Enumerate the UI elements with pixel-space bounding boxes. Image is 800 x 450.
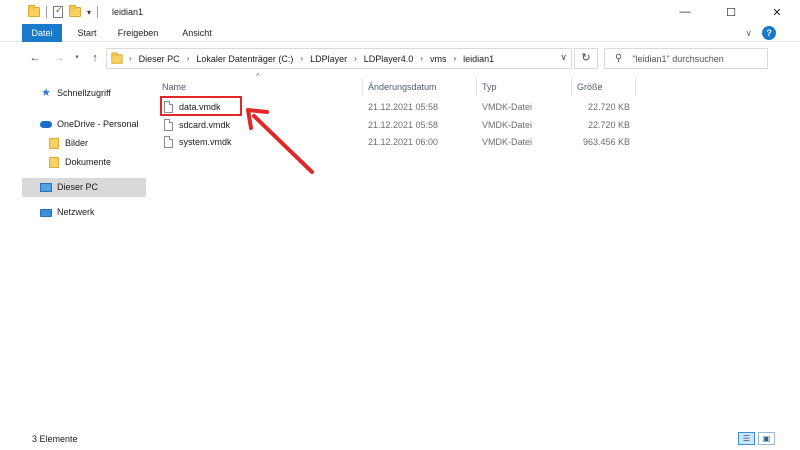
breadcrumb-vms[interactable]: vms: [430, 54, 447, 64]
nav-item-schnellzugriff[interactable]: ★ Schnellzugriff: [22, 84, 146, 103]
cloud-icon: [40, 119, 52, 130]
column-header-date[interactable]: Änderungsdatum: [368, 82, 437, 96]
breadcrumb-ldplayer4[interactable]: LDPlayer4.0: [364, 54, 414, 64]
file-type: VMDK-Datei: [482, 137, 533, 147]
folder-icon: [111, 51, 123, 64]
maximize-button[interactable]: ☐: [708, 0, 754, 24]
new-folder-icon[interactable]: [69, 5, 81, 17]
quick-access-toolbar: ▾: [0, 0, 104, 24]
customize-toolbar-icon[interactable]: ▾: [87, 8, 91, 17]
annotation-highlight-box: [160, 96, 242, 116]
breadcrumb-drive-c[interactable]: Lokaler Datenträger (C:): [196, 54, 293, 64]
column-divider[interactable]: [635, 78, 636, 96]
column-header-size[interactable]: Größe: [577, 82, 603, 96]
folder-icon: [48, 138, 60, 149]
forward-arrow-icon[interactable]: →: [52, 50, 66, 66]
folder-icon[interactable]: [28, 5, 40, 17]
recent-locations-icon[interactable]: ▾: [70, 50, 84, 66]
tab-start[interactable]: Start: [68, 24, 106, 42]
nav-item-label: Dieser PC: [57, 182, 99, 192]
tab-freigeben[interactable]: Freigeben: [112, 24, 164, 42]
file-icon: [164, 119, 173, 131]
nav-item-label: OneDrive - Personal: [57, 119, 139, 129]
file-icon: [164, 136, 173, 148]
nav-item-onedrive[interactable]: OneDrive - Personal: [22, 115, 146, 134]
nav-item-label: Netzwerk: [57, 207, 95, 217]
ribbon: Datei Start Freigeben Ansicht ∨ ?: [0, 24, 800, 42]
nav-item-label: Bilder: [65, 138, 89, 148]
toolbar-divider: [46, 6, 47, 18]
chevron-right-icon[interactable]: ›: [129, 54, 132, 63]
chevron-right-icon[interactable]: ›: [354, 54, 357, 63]
column-header-name[interactable]: Name: [162, 82, 186, 96]
large-icons-view-icon[interactable]: ▣: [758, 432, 775, 445]
nav-item-label: Dokumente: [65, 157, 112, 167]
tab-ansicht[interactable]: Ansicht: [176, 24, 218, 42]
breadcrumb-dieser-pc[interactable]: Dieser PC: [139, 54, 180, 64]
folder-icon: [48, 157, 60, 168]
up-arrow-icon[interactable]: ↑: [88, 50, 102, 66]
column-header-type[interactable]: Typ: [482, 82, 497, 96]
view-switcher: ☰ ▣: [738, 432, 775, 445]
toolbar-divider: [97, 6, 99, 18]
status-item-count: 3 Elemente: [32, 434, 78, 444]
column-divider[interactable]: [571, 78, 572, 96]
sort-ascending-icon: ^: [256, 72, 260, 81]
search-icon: ⚲: [615, 53, 623, 64]
file-type: VMDK-Datei: [482, 102, 533, 112]
file-name: sdcard.vmdk: [179, 120, 231, 130]
star-icon: ★: [41, 87, 51, 99]
chevron-down-icon[interactable]: ∨: [560, 52, 567, 63]
column-divider[interactable]: [362, 78, 363, 96]
details-view-icon[interactable]: ☰: [738, 432, 755, 445]
address-bar[interactable]: › Dieser PC › Lokaler Datenträger (C:) ›…: [106, 48, 572, 69]
nav-item-dokumente[interactable]: Dokumente: [22, 153, 146, 172]
file-date: 21.12.2021 05:58: [368, 102, 439, 112]
title-bar: ▾ leidian1 — ☐ ✕: [0, 0, 800, 24]
nav-item-netzwerk[interactable]: Netzwerk: [22, 203, 146, 222]
file-name: system.vmdk: [179, 137, 232, 147]
expand-ribbon-icon[interactable]: ∨: [745, 28, 752, 39]
file-date: 21.12.2021 06:00: [368, 137, 439, 147]
computer-icon: [40, 182, 52, 193]
chevron-right-icon[interactable]: ›: [453, 54, 456, 63]
file-row-sdcard-vmdk[interactable]: sdcard.vmdk 21.12.2021 05:58 VMDK-Datei …: [156, 117, 646, 133]
file-row-system-vmdk[interactable]: system.vmdk 21.12.2021 06:00 VMDK-Datei …: [156, 134, 646, 150]
nav-item-label: Schnellzugriff: [57, 88, 111, 98]
file-date: 21.12.2021 05:58: [368, 120, 439, 130]
file-size: 22.720 KB: [587, 120, 630, 130]
window-title: leidian1: [112, 7, 144, 17]
navigation-pane: ★ Schnellzugriff OneDrive - Personal Bil…: [22, 84, 146, 222]
back-arrow-icon[interactable]: ←: [28, 50, 42, 66]
breadcrumb-ldplayer[interactable]: LDPlayer: [310, 54, 347, 64]
search-placeholder: "leidian1" durchsuchen: [632, 53, 724, 64]
nav-item-bilder[interactable]: Bilder: [22, 134, 146, 153]
nav-item-dieser-pc[interactable]: Dieser PC: [22, 178, 146, 197]
file-type: VMDK-Datei: [482, 120, 533, 130]
column-divider[interactable]: [476, 78, 477, 96]
tab-datei[interactable]: Datei: [22, 24, 62, 42]
chevron-right-icon[interactable]: ›: [187, 54, 190, 63]
chevron-right-icon[interactable]: ›: [420, 54, 423, 63]
chevron-right-icon[interactable]: ›: [300, 54, 303, 63]
close-button[interactable]: ✕: [754, 0, 800, 24]
search-input[interactable]: ⚲ "leidian1" durchsuchen: [604, 48, 768, 69]
breadcrumb-leidian1[interactable]: leidian1: [463, 54, 494, 64]
file-size: 22.720 KB: [587, 102, 630, 112]
navigation-row: ← → ▾ ↑ › Dieser PC › Lokaler Datenträge…: [0, 46, 800, 70]
help-icon[interactable]: ?: [762, 26, 776, 40]
file-name-cell: sdcard.vmdk: [164, 117, 230, 133]
file-size: 963.456 KB: [582, 137, 630, 147]
minimize-button[interactable]: —: [662, 0, 708, 24]
file-name-cell: system.vmdk: [164, 134, 232, 150]
properties-icon[interactable]: [53, 5, 63, 18]
window-controls: — ☐ ✕: [662, 0, 800, 24]
ribbon-right-controls: ∨ ?: [745, 26, 776, 40]
refresh-button[interactable]: ↻: [574, 48, 598, 69]
network-icon: [40, 207, 52, 218]
